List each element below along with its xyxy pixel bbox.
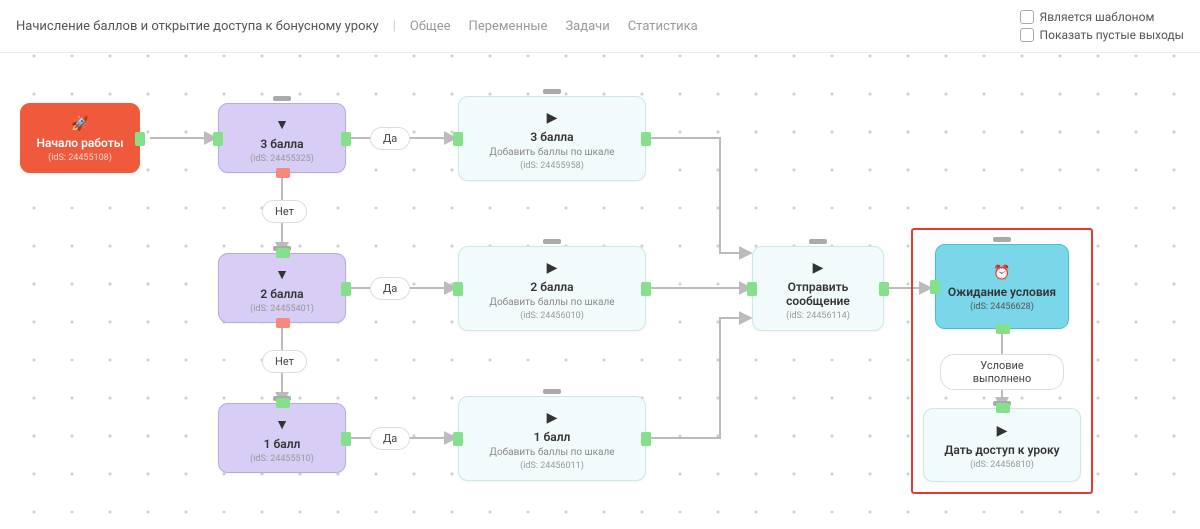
port-no[interactable] [276, 318, 290, 328]
play-icon: ▶ [813, 260, 824, 276]
play-icon: ▶ [547, 110, 558, 126]
node-add-2[interactable]: ▶ 2 балла Добавить баллы по шкале (idS: … [458, 246, 646, 331]
node-grant[interactable]: ▶ Дать доступ к уроку (idS: 24456810) [923, 408, 1081, 482]
port-out[interactable] [135, 132, 145, 146]
node-add2-title: 2 балла [530, 280, 573, 294]
node-add2-id: (idS: 24456010) [520, 311, 584, 321]
drag-handle[interactable] [543, 389, 561, 394]
tab-tasks[interactable]: Задачи [565, 19, 609, 34]
node-cond2-title: 2 балла [260, 287, 303, 301]
port-out[interactable] [641, 282, 651, 296]
checkbox-template-label: Является шаблоном [1040, 10, 1155, 24]
label-no-2: Нет [262, 350, 307, 373]
tabs: Общее Переменные Задачи Статистика [410, 19, 698, 34]
node-wait-id: (idS: 24456628) [970, 302, 1034, 312]
node-cond2-id: (idS: 24455401) [250, 304, 314, 314]
drag-handle[interactable] [809, 239, 827, 244]
page-title: Начисление баллов и открытие доступа к б… [16, 19, 379, 34]
node-send-id: (idS: 24456114) [786, 311, 850, 321]
node-add1-title: 1 балл [534, 430, 571, 444]
port-in[interactable] [276, 248, 290, 258]
port-in[interactable] [996, 403, 1010, 413]
alarm-icon: ⏰ [993, 265, 1010, 281]
node-cond3-title: 3 балла [260, 137, 303, 151]
node-add1-id: (idS: 24456011) [520, 461, 584, 471]
label-yes-2: Да [370, 277, 410, 300]
label-no-3: Нет [262, 200, 307, 223]
node-wait[interactable]: ⏰ Ожидание условия (idS: 24456628) [935, 244, 1069, 329]
tab-stats[interactable]: Статистика [628, 19, 698, 34]
node-add1-sub: Добавить баллы по шкале [489, 447, 614, 458]
node-send[interactable]: ▶ Отправить сообщение (idS: 24456114) [752, 246, 884, 331]
node-cond1-title: 1 балл [264, 437, 301, 451]
funnel-icon: ▼ [275, 116, 289, 133]
port-out[interactable] [879, 282, 889, 296]
checkbox-empty[interactable] [1020, 28, 1034, 42]
port-out[interactable] [996, 324, 1010, 334]
node-add3-id: (idS: 24455958) [520, 161, 584, 171]
checkbox-empty-label: Показать пустые выходы [1040, 28, 1184, 42]
play-icon: ▶ [547, 260, 558, 276]
label-cond-done: Условие выполнено [940, 354, 1064, 390]
port-no[interactable] [276, 168, 290, 178]
port-yes[interactable] [341, 432, 351, 446]
port-yes[interactable] [341, 132, 351, 146]
port-in[interactable] [453, 432, 463, 446]
node-add-3[interactable]: ▶ 3 балла Добавить баллы по шкале (idS: … [458, 96, 646, 181]
port-in[interactable] [453, 282, 463, 296]
node-add3-title: 3 балла [530, 130, 573, 144]
port-in[interactable] [453, 132, 463, 146]
label-yes-1: Да [370, 427, 410, 450]
node-start[interactable]: 🚀 Начало работы (idS: 24455108) [20, 103, 140, 173]
port-in[interactable] [747, 282, 757, 296]
label-yes-3: Да [370, 127, 410, 150]
rocket-icon: 🚀 [71, 116, 88, 132]
drag-handle[interactable] [543, 89, 561, 94]
port-yes[interactable] [341, 282, 351, 296]
tab-general[interactable]: Общее [410, 19, 451, 34]
drag-handle[interactable] [273, 96, 291, 101]
node-add2-sub: Добавить баллы по шкале [489, 297, 614, 308]
node-add3-sub: Добавить баллы по шкале [489, 147, 614, 158]
port-in[interactable] [930, 280, 940, 294]
play-icon: ▶ [997, 423, 1008, 439]
node-add-1[interactable]: ▶ 1 балл Добавить баллы по шкале (idS: 2… [458, 396, 646, 481]
node-cond1-id: (idS: 24455510) [250, 454, 314, 464]
port-out[interactable] [641, 432, 651, 446]
node-wait-title: Ожидание условия [948, 285, 1056, 299]
node-cond-2[interactable]: ▼ 2 балла (idS: 24455401) [218, 253, 346, 323]
port-in[interactable] [213, 132, 223, 146]
funnel-icon: ▼ [275, 266, 289, 283]
node-cond-3[interactable]: ▼ 3 балла (idS: 24455325) [218, 103, 346, 173]
checkbox-empty-row[interactable]: Показать пустые выходы [1020, 28, 1184, 42]
node-start-title: Начало работы [36, 136, 123, 150]
play-icon: ▶ [547, 410, 558, 426]
node-cond3-id: (idS: 24455325) [250, 154, 314, 164]
drag-handle[interactable] [993, 237, 1011, 242]
checkbox-template-row[interactable]: Является шаблоном [1020, 10, 1184, 24]
port-out[interactable] [641, 132, 651, 146]
node-cond-1[interactable]: ▼ 1 балл (idS: 24455510) [218, 403, 346, 473]
flow-canvas[interactable]: 🚀 Начало работы (idS: 24455108) ▼ 3 балл… [0, 53, 1200, 529]
port-in[interactable] [276, 398, 290, 408]
divider: | [393, 19, 396, 34]
node-grant-title: Дать доступ к уроку [944, 443, 1059, 457]
funnel-icon: ▼ [275, 416, 289, 433]
tab-variables[interactable]: Переменные [469, 19, 548, 34]
checkbox-template[interactable] [1020, 10, 1034, 24]
node-start-id: (idS: 24455108) [48, 153, 112, 163]
drag-handle[interactable] [543, 239, 561, 244]
node-grant-id: (idS: 24456810) [970, 460, 1034, 470]
node-send-title: Отправить сообщение [761, 280, 875, 308]
